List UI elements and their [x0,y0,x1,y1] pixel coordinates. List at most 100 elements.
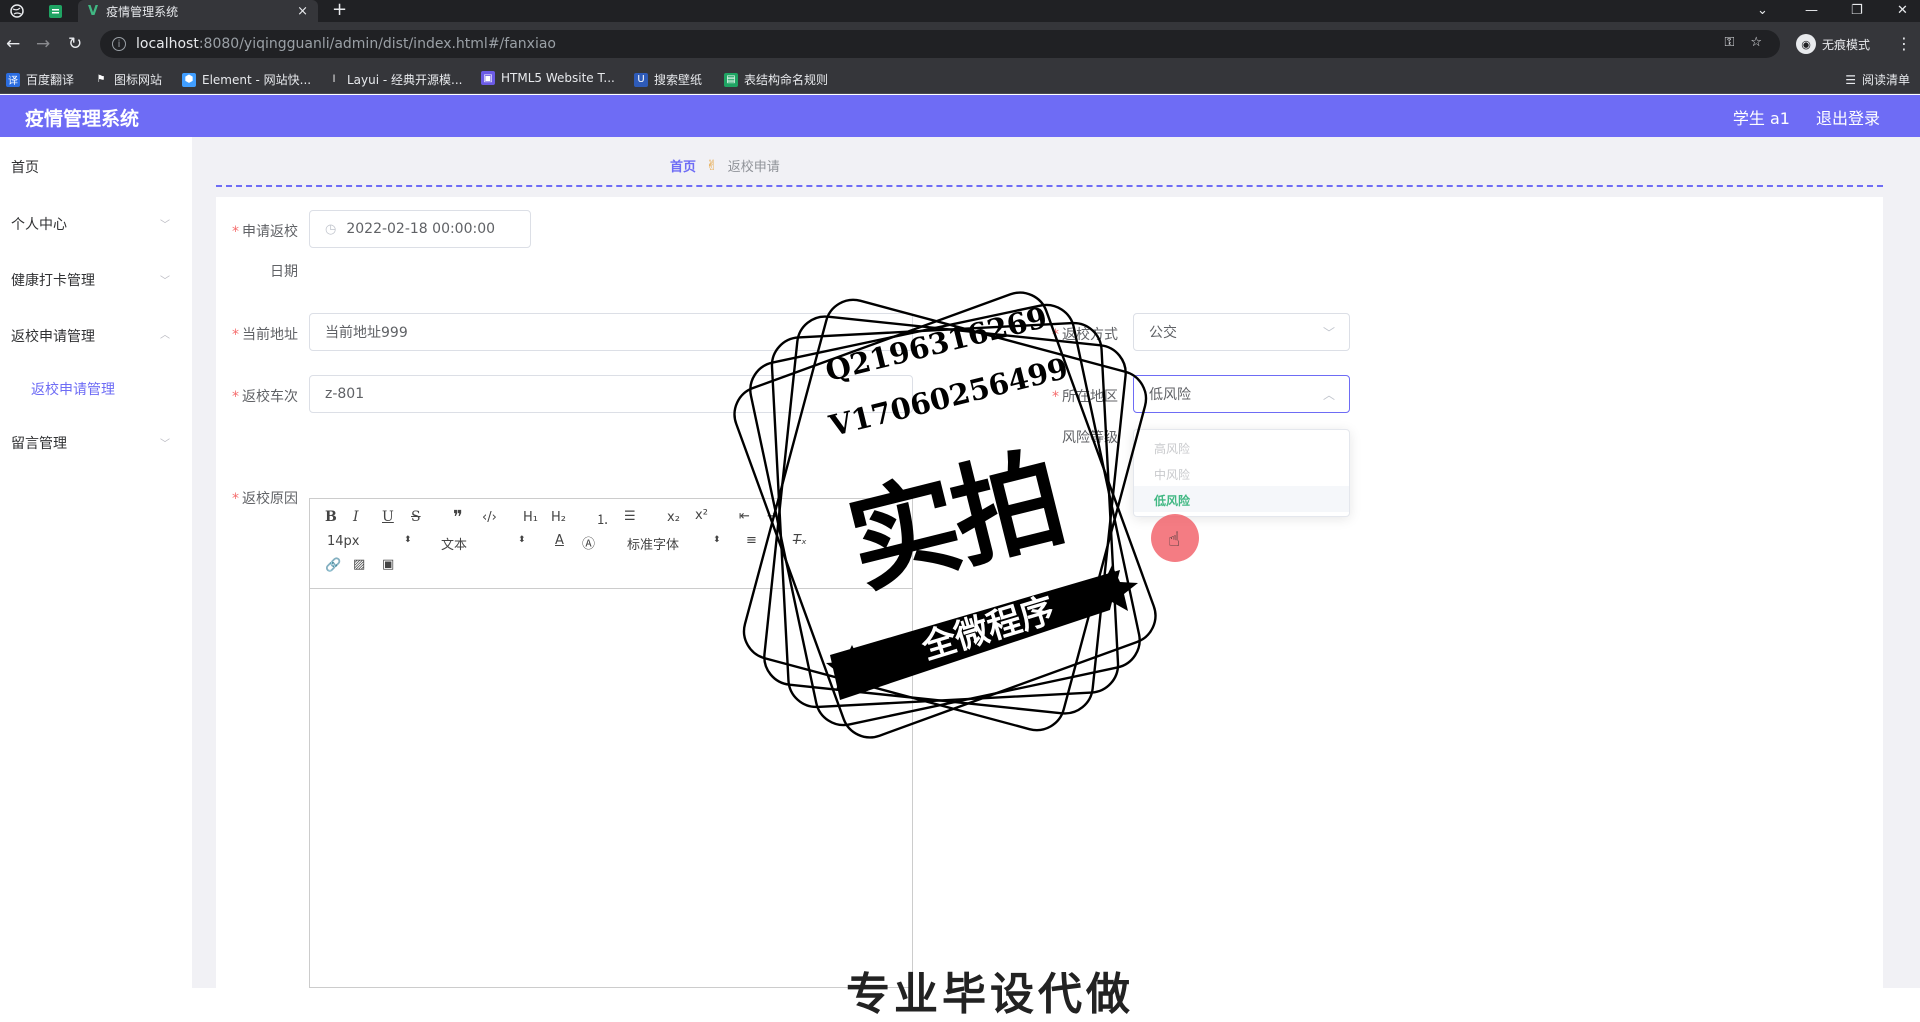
bookmark-label: 图标网站 [114,73,163,87]
site-info-icon[interactable]: i [112,37,126,51]
chevron-up-icon: ︿ [160,330,170,341]
address-label: * 当前地址 [232,327,298,343]
reading-list-icon: ☰ [1845,72,1856,87]
bookmark-item[interactable]: ▣ HTML5 Website T... [481,71,615,85]
tab-title: 疫情管理系统 [106,4,179,19]
sidebar-item-messages[interactable]: 留言管理 [11,433,67,453]
bookmark-item[interactable]: U 搜索壁纸 [634,71,702,88]
forward-icon[interactable]: → [36,34,50,54]
sheet-icon: ▤ [724,72,738,87]
tab-close-icon[interactable]: × [297,4,308,19]
underline-icon[interactable]: U [382,509,394,525]
translate-icon: 译 [6,72,20,87]
chevron-up-icon: ︿ [1322,387,1335,402]
divider [216,185,1883,187]
element-logo-icon: ⬢ [182,72,196,87]
breadcrumb-current: 返校申请 [727,160,780,175]
flag-icon: ⚑ [96,74,106,85]
paragraph-select[interactable]: 文本 [441,534,467,553]
ordered-list-icon[interactable]: ⒈ [596,509,609,528]
video-icon[interactable]: ▣ [382,557,394,572]
apply-date-value: 2022-02-18 00:00:00 [346,221,496,237]
apply-date-label: * 申请返校 [232,224,298,240]
key-icon[interactable]: ⚿ [1724,35,1734,50]
watermark-bottom: 专业毕设代做 [846,969,1134,1020]
italic-icon[interactable]: I [353,509,359,525]
apply-date-label-line2: 日期 [270,264,298,280]
font-size-select[interactable]: 14px [327,534,360,549]
layui-logo-icon: l [332,74,336,85]
bookmark-item[interactable]: ⬢ Element - 网站快... [182,71,311,88]
updown-arrow-icon: ⬍ [518,535,526,545]
apply-date-picker[interactable]: ◷ 2022-02-18 00:00:00 [309,210,531,248]
breadcrumb-hand-icon: ✌ [706,157,718,174]
sidebar-item-personal-center[interactable]: 个人中心 [11,214,67,234]
url-host: localhost [136,36,199,52]
logout-button[interactable]: 退出登录 [1816,105,1880,129]
vue-logo-icon: V [88,3,99,19]
chevron-down-icon: ﹀ [1322,325,1335,340]
incognito-badge[interactable]: ◉ 无痕模式 [1796,34,1870,54]
image-icon[interactable]: ▨ [353,557,365,572]
bookmark-item[interactable]: ▤ 表结构命名规则 [724,71,828,88]
globe-icon[interactable] [2,0,32,22]
link-icon[interactable]: 🔗 [325,558,341,573]
reason-label: * 返校原因 [232,491,298,507]
app-header: 疫情管理系统 学生 a1 退出登录 [0,95,1920,137]
tab-search-chevron-icon[interactable]: ⌄ [1757,0,1768,22]
browser-toolbar: ← → ↻ i localhost:8080/yiqingguanli/admi… [0,22,1920,66]
incognito-icon: ◉ [1796,34,1816,54]
minimize-icon[interactable]: — [1805,0,1818,22]
blockquote-icon[interactable]: ❞ [453,507,463,528]
url-path: :8080/yiqingguanli/admin/dist/index.html… [198,36,556,52]
bookmark-label: Element - 网站快... [202,73,312,87]
bookmark-item[interactable]: ⚑ 图标网站 [94,71,163,88]
bookmark-label: 表结构命名规则 [744,73,829,87]
bold-icon[interactable]: B [325,509,337,525]
bookmark-label: HTML5 Website T... [501,71,615,85]
sidebar-subitem-return-apply[interactable]: 返校申请管理 [31,379,115,399]
updown-arrow-icon: ⬍ [404,535,412,545]
subscript-icon[interactable]: x₂ [667,510,680,525]
background-color-icon[interactable]: Ⓐ [582,533,595,552]
wallpaper-icon: U [634,72,648,87]
close-window-icon[interactable]: ✕ [1897,0,1908,22]
sidebar-item-return-apply[interactable]: 返校申请管理 [11,326,95,346]
h2-icon[interactable]: H₂ [551,510,566,525]
bullet-list-icon[interactable]: ☰ [624,509,636,524]
breadcrumb-home[interactable]: 首页 [670,156,696,175]
sidebar: 首页 个人中心 ﹀ 健康打卡管理 ﹀ 返校申请管理 ︿ 返校申请管理 留言管理 … [0,137,192,988]
bookmark-star-icon[interactable]: ☆ [1750,35,1762,50]
h1-icon[interactable]: H₁ [523,510,538,525]
font-color-icon[interactable]: A [555,533,564,548]
tab-active[interactable]: V 疫情管理系统 × [78,0,318,22]
current-user: 学生 a1 [1732,109,1790,128]
browser-menu-icon[interactable]: ⋮ [1896,34,1912,53]
address-bar[interactable]: i localhost:8080/yiqingguanli/admin/dist… [100,30,1780,58]
train-label: * 返校车次 [232,389,298,405]
bookmark-item[interactable]: l Layui - 经典开源模... [327,71,463,88]
restore-icon[interactable]: ❐ [1851,0,1863,22]
reading-list-label: 阅读清单 [1861,73,1910,87]
bookmarks-bar: 译 百度翻译 ⚑ 图标网站 ⬢ Element - 网站快... l Layui… [0,66,1920,94]
bookmark-item[interactable]: 译 百度翻译 [6,71,74,88]
strike-icon[interactable]: S [411,509,421,525]
sheet-app-icon[interactable] [40,0,70,22]
html5-icon: ▣ [481,71,495,85]
bookmark-label: 百度翻译 [26,73,75,87]
bookmark-label: Layui - 经典开源模... [347,73,463,87]
font-family-select[interactable]: 标准字体 [627,534,679,553]
code-icon[interactable]: ‹/› [482,510,497,525]
chevron-down-icon: ﹀ [160,439,170,450]
sidebar-item-health-checkin[interactable]: 健康打卡管理 [11,270,95,290]
back-icon[interactable]: ← [6,34,20,54]
chevron-down-icon: ﹀ [160,220,170,231]
sidebar-item-home[interactable]: 首页 [11,157,39,177]
incognito-label: 无痕模式 [1822,37,1871,52]
reload-icon[interactable]: ↻ [68,34,82,54]
browser-tab-bar: V 疫情管理系统 × + ⌄ — ❐ ✕ [0,0,1920,22]
reading-list[interactable]: ☰ 阅读清单 [1845,71,1910,88]
address-value: 当前地址999 [325,325,408,341]
new-tab-button[interactable]: + [332,0,347,22]
breadcrumb: 首页 ✌ 返校申请 [670,156,780,176]
